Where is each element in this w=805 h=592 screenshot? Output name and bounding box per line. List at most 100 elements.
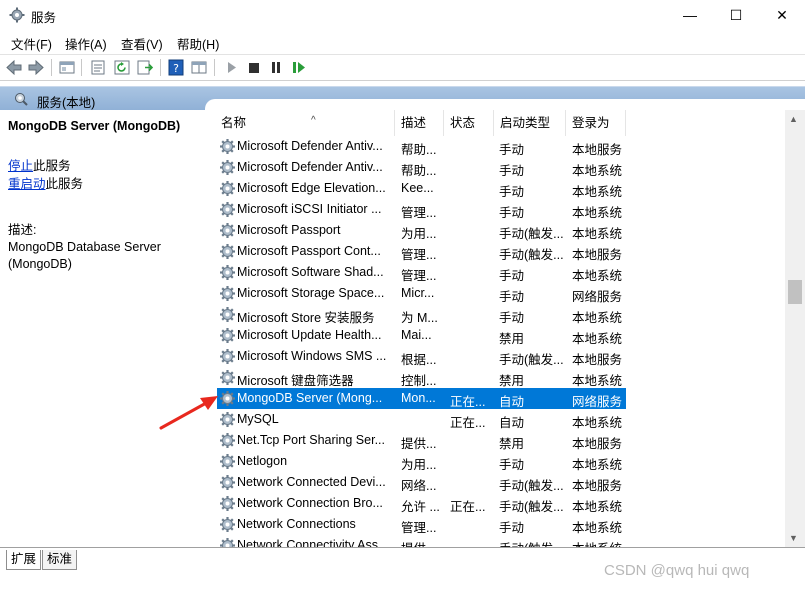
- menu-file[interactable]: 文件(F): [11, 34, 52, 53]
- stop-service-link[interactable]: 停止: [8, 159, 33, 173]
- menu-bar: 文件(F) 操作(A) 查看(V) 帮助(H): [0, 31, 805, 53]
- service-name: MySQL: [237, 412, 279, 426]
- service-startup-type: 手动: [499, 143, 525, 157]
- scroll-up-arrow-icon[interactable]: ▲: [789, 114, 798, 124]
- service-name: Network Connectivity Ass...: [237, 538, 389, 547]
- table-row[interactable]: Microsoft Software Shad... 管理... 手动 本地系统: [217, 262, 626, 283]
- column-header-startup-type[interactable]: 启动类型: [494, 110, 566, 136]
- service-description: Kee...: [401, 181, 434, 195]
- table-row[interactable]: Netlogon 为用... 手动 本地系统: [217, 451, 626, 472]
- table-row-selected[interactable]: MongoDB Server (Mong... Mon... 正在... 自动 网络服务: [217, 388, 626, 409]
- table-row[interactable]: Microsoft Passport Cont... 管理... 手动(触发... 本…: [217, 241, 626, 262]
- service-gear-icon: [219, 285, 236, 302]
- table-row[interactable]: Microsoft Defender Antiv... 帮助... 手动 本地系统: [217, 157, 626, 178]
- service-startup-type: 手动(触发...: [499, 479, 564, 493]
- properties-icon[interactable]: [89, 59, 107, 76]
- table-row[interactable]: Microsoft 键盘筛选器 控制... 禁用 本地系统: [217, 367, 626, 388]
- service-startup-type: 手动: [499, 164, 525, 178]
- service-gear-icon: [219, 180, 236, 197]
- service-name: Microsoft Windows SMS ...: [237, 349, 387, 363]
- scroll-down-arrow-icon[interactable]: ▼: [789, 533, 798, 543]
- service-name: Microsoft Update Health...: [237, 328, 382, 342]
- service-description: Mai...: [401, 328, 432, 342]
- column-header-name-label: 名称: [221, 116, 247, 130]
- maximize-button[interactable]: ☐: [713, 0, 759, 30]
- service-gear-icon: [219, 222, 236, 239]
- table-row[interactable]: Network Connection Bro... 允许 ... 正在... 手动(触…: [217, 493, 626, 514]
- start-service-icon[interactable]: [222, 59, 240, 76]
- service-startup-type: 禁用: [499, 332, 525, 346]
- column-header-startup-type-label: 启动类型: [500, 116, 551, 130]
- column-header-status[interactable]: 状态: [444, 110, 494, 136]
- toolbar-separator: [51, 59, 52, 76]
- table-row[interactable]: Microsoft Edge Elevation... Kee... 手动 本地系统: [217, 178, 626, 199]
- service-logon-as: 本地系统: [572, 416, 623, 430]
- column-header-name[interactable]: 名称 ^: [215, 110, 395, 136]
- table-row[interactable]: Network Connectivity Ass... 提供... 手动(触发...…: [217, 535, 626, 547]
- service-startup-type: 手动: [499, 185, 525, 199]
- scrollbar-thumb[interactable]: [788, 280, 802, 304]
- table-row[interactable]: Microsoft Windows SMS ... 根据... 手动(触发... 本地…: [217, 346, 626, 367]
- refresh-icon[interactable]: [113, 59, 131, 76]
- table-row[interactable]: Microsoft iSCSI Initiator ... 管理... 手动 本地系统: [217, 199, 626, 220]
- service-gear-icon: [219, 516, 236, 533]
- table-row[interactable]: Microsoft Passport 为用... 手动(触发... 本地系统: [217, 220, 626, 241]
- table-row[interactable]: MySQL 正在... 自动 本地系统: [217, 409, 626, 430]
- table-row[interactable]: Network Connections 管理... 手动 本地系统: [217, 514, 626, 535]
- sort-ascending-icon: ^: [311, 115, 316, 126]
- red-annotation-arrow-icon: [159, 396, 218, 430]
- service-gear-icon: [219, 537, 236, 547]
- stop-service-line: 停止此服务: [8, 155, 71, 174]
- service-startup-type: 手动: [499, 269, 525, 283]
- service-logon-as: 本地系统: [572, 206, 623, 220]
- service-description: Mon...: [401, 391, 436, 405]
- service-name: Net.Tcp Port Sharing Ser...: [237, 433, 385, 447]
- show-hide-pane-icon[interactable]: [190, 59, 208, 76]
- window-title: 服务: [31, 11, 57, 25]
- restart-service-icon[interactable]: [290, 59, 308, 76]
- table-row[interactable]: Microsoft Defender Antiv... 帮助... 手动 本地服务: [217, 136, 626, 157]
- help-icon[interactable]: ?: [167, 59, 185, 76]
- service-status: 正在...: [450, 500, 486, 514]
- menu-action[interactable]: 操作(A): [65, 34, 107, 53]
- restart-service-link[interactable]: 重启动: [8, 177, 46, 191]
- export-list-icon[interactable]: [136, 59, 154, 76]
- service-startup-type: 手动: [499, 206, 525, 220]
- service-description: 为用...: [401, 227, 437, 241]
- service-logon-as: 本地服务: [572, 353, 623, 367]
- service-name: Network Connected Devi...: [237, 475, 386, 489]
- services-gear-icon: [9, 7, 25, 23]
- table-row[interactable]: Microsoft Storage Space... Micr... 手动 网络服务: [217, 283, 626, 304]
- minimize-button[interactable]: —: [667, 0, 713, 30]
- table-row[interactable]: Microsoft Update Health... Mai... 禁用 本地系统: [217, 325, 626, 346]
- table-row[interactable]: Network Connected Devi... 网络... 手动(触发... 本地…: [217, 472, 626, 493]
- service-logon-as: 本地系统: [572, 311, 623, 325]
- title-bar: 服务 — ☐ ✕: [0, 0, 805, 30]
- service-name: Microsoft Storage Space...: [237, 286, 385, 300]
- column-header-logon-as[interactable]: 登录为: [566, 110, 626, 136]
- service-description: 提供...: [401, 437, 437, 451]
- stop-service-icon[interactable]: [245, 59, 263, 76]
- close-button[interactable]: ✕: [759, 0, 805, 30]
- menu-view[interactable]: 查看(V): [121, 34, 163, 53]
- pause-service-icon[interactable]: [267, 59, 285, 76]
- service-logon-as: 本地服务: [572, 248, 623, 262]
- console-tree-icon[interactable]: [58, 59, 76, 76]
- forward-arrow-icon[interactable]: [27, 59, 45, 76]
- service-logon-as: 本地系统: [572, 332, 623, 346]
- service-name: Microsoft Store 安装服务: [237, 311, 375, 325]
- column-header-description[interactable]: 描述: [395, 110, 444, 136]
- tab-extended[interactable]: 扩展: [6, 550, 42, 570]
- menu-help[interactable]: 帮助(H): [177, 34, 219, 53]
- service-startup-type: 手动(触发...: [499, 500, 564, 514]
- table-row[interactable]: Microsoft Store 安装服务 为 M... 手动 本地系统: [217, 304, 626, 325]
- service-logon-as: 本地系统: [572, 374, 623, 388]
- back-arrow-icon[interactable]: [5, 59, 23, 76]
- table-row[interactable]: Net.Tcp Port Sharing Ser... 提供... 禁用 本地服务: [217, 430, 626, 451]
- service-detail-panel: MongoDB Server (MongoDB) 停止此服务 重启动此服务 描述…: [0, 110, 205, 547]
- restart-service-line: 重启动此服务: [8, 173, 83, 192]
- description-line-2: (MongoDB): [8, 257, 72, 271]
- service-description: 允许 ...: [401, 500, 440, 514]
- vertical-scrollbar[interactable]: ▲ ▼: [785, 110, 805, 547]
- tab-standard[interactable]: 标准: [42, 550, 78, 570]
